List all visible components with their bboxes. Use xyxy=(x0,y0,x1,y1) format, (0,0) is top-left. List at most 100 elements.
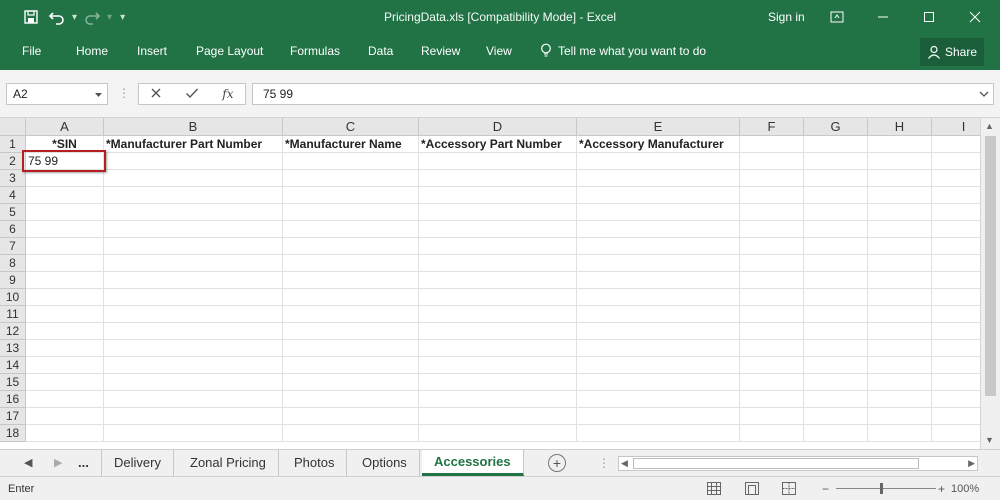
row-header-17[interactable]: 17 xyxy=(0,408,26,425)
grid-cell[interactable] xyxy=(104,255,283,272)
sheet-tab-zonal-pricing[interactable]: Zonal Pricing xyxy=(178,450,279,476)
zoom-level[interactable]: 100% xyxy=(951,483,979,495)
row-header-6[interactable]: 6 xyxy=(0,221,26,238)
grid-cell[interactable] xyxy=(932,340,980,357)
grid-cell[interactable] xyxy=(804,374,868,391)
zoom-in-icon[interactable]: + xyxy=(938,482,945,496)
ribbon-display-options-icon[interactable] xyxy=(814,0,860,34)
grid-cell[interactable] xyxy=(932,238,980,255)
grid-cell[interactable] xyxy=(868,187,932,204)
grid-cell[interactable] xyxy=(804,306,868,323)
grid-cell[interactable] xyxy=(104,272,283,289)
grid-cell[interactable] xyxy=(868,255,932,272)
cell-c1[interactable]: *Manufacturer Name xyxy=(283,136,419,153)
column-header-e[interactable]: E xyxy=(577,118,740,136)
next-sheet-icon[interactable]: ▶ xyxy=(54,456,62,469)
grid-cell[interactable] xyxy=(804,289,868,306)
grid-cell[interactable] xyxy=(577,391,740,408)
grid-cell[interactable] xyxy=(740,374,804,391)
grid-cell[interactable] xyxy=(26,187,104,204)
grid-cell[interactable] xyxy=(804,272,868,289)
page-layout-view-icon[interactable] xyxy=(745,482,759,495)
grid-cell[interactable] xyxy=(740,153,804,170)
row-header-13[interactable]: 13 xyxy=(0,340,26,357)
row-header-14[interactable]: 14 xyxy=(0,357,26,374)
grid-cell[interactable] xyxy=(868,391,932,408)
grid-cell[interactable] xyxy=(26,221,104,238)
tab-file[interactable]: File xyxy=(22,44,41,58)
grid-cell[interactable] xyxy=(26,306,104,323)
grid-cell[interactable] xyxy=(932,153,980,170)
grid-cell[interactable] xyxy=(868,136,932,153)
grid-cell[interactable] xyxy=(804,238,868,255)
grid-cell[interactable] xyxy=(868,204,932,221)
grid-cell[interactable] xyxy=(26,289,104,306)
row-header-18[interactable]: 18 xyxy=(0,425,26,442)
select-all-corner[interactable] xyxy=(0,118,26,136)
grid-cell[interactable] xyxy=(419,323,577,340)
row-header-16[interactable]: 16 xyxy=(0,391,26,408)
grid-cell[interactable] xyxy=(868,170,932,187)
sheet-tab-photos[interactable]: Photos xyxy=(282,450,348,476)
grid-cell[interactable] xyxy=(932,323,980,340)
grid-cell[interactable] xyxy=(283,221,419,238)
cell-e1[interactable]: *Accessory Manufacturer xyxy=(577,136,740,153)
grid-cell[interactable] xyxy=(419,289,577,306)
sign-in-link[interactable]: Sign in xyxy=(768,10,805,24)
row-header-5[interactable]: 5 xyxy=(0,204,26,221)
horizontal-scroll-thumb[interactable] xyxy=(633,458,919,469)
grid-cell[interactable] xyxy=(868,153,932,170)
grid-cell[interactable] xyxy=(932,408,980,425)
grid-cell[interactable] xyxy=(104,306,283,323)
grid-cell[interactable] xyxy=(932,255,980,272)
grid-cell[interactable] xyxy=(104,425,283,442)
grid-cell[interactable] xyxy=(804,391,868,408)
minimize-icon[interactable] xyxy=(860,0,906,34)
tab-insert[interactable]: Insert xyxy=(137,44,167,58)
grid-cell[interactable] xyxy=(104,340,283,357)
grid-cell[interactable] xyxy=(804,136,868,153)
grid-cell[interactable] xyxy=(419,391,577,408)
grid-cell[interactable] xyxy=(577,238,740,255)
grid-cell[interactable] xyxy=(868,306,932,323)
grid-cell[interactable] xyxy=(26,374,104,391)
grid-cell[interactable] xyxy=(868,425,932,442)
grid-cell[interactable] xyxy=(26,391,104,408)
grid-cell[interactable] xyxy=(26,238,104,255)
grid-cell[interactable] xyxy=(577,374,740,391)
grid-cell[interactable] xyxy=(932,391,980,408)
grid-cell[interactable] xyxy=(419,425,577,442)
grid-cell[interactable] xyxy=(26,170,104,187)
insert-function-icon[interactable]: fx xyxy=(222,87,233,101)
grid-cell[interactable] xyxy=(868,374,932,391)
grid-cell[interactable] xyxy=(868,323,932,340)
grid-cell[interactable] xyxy=(283,272,419,289)
grid-cell[interactable] xyxy=(283,204,419,221)
grid-cell[interactable] xyxy=(577,289,740,306)
grid-cell[interactable] xyxy=(419,272,577,289)
grid-cell[interactable] xyxy=(283,340,419,357)
grid-cell[interactable] xyxy=(804,340,868,357)
column-header-f[interactable]: F xyxy=(740,118,804,136)
grid-cell[interactable] xyxy=(419,408,577,425)
grid-cell[interactable] xyxy=(577,425,740,442)
tab-data[interactable]: Data xyxy=(368,44,393,58)
grid-cell[interactable] xyxy=(740,408,804,425)
grid-cell[interactable] xyxy=(419,238,577,255)
grid-cell[interactable] xyxy=(740,221,804,238)
grid-cell[interactable] xyxy=(419,170,577,187)
grid-cell[interactable] xyxy=(419,374,577,391)
sheet-tab-delivery[interactable]: Delivery xyxy=(102,450,174,476)
grid-cell[interactable] xyxy=(419,153,577,170)
grid-cell[interactable] xyxy=(419,306,577,323)
grid-cell[interactable] xyxy=(868,272,932,289)
grid-cell[interactable] xyxy=(283,425,419,442)
grid-cell[interactable] xyxy=(740,306,804,323)
grid-cell[interactable] xyxy=(740,357,804,374)
cell-a2[interactable]: 75 99 xyxy=(26,153,104,170)
redo-dropdown-icon[interactable]: ▾ xyxy=(107,12,112,23)
horizontal-scrollbar[interactable]: ◀ ▶ xyxy=(618,456,978,471)
grid-cell[interactable] xyxy=(419,255,577,272)
grid-cell[interactable] xyxy=(577,170,740,187)
grid-cell[interactable] xyxy=(419,357,577,374)
